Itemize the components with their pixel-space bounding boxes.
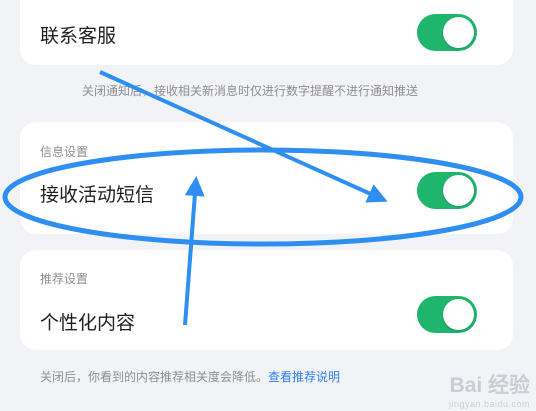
contact-support-card: 联系客服: [20, 0, 513, 65]
recommend-info-link[interactable]: 查看推荐说明: [268, 370, 340, 384]
recommend-settings-title: 推荐设置: [40, 272, 89, 286]
info-settings-title: 信息设置: [40, 145, 89, 159]
contact-support-toggle[interactable]: [417, 14, 477, 51]
baidu-jingyan-watermark: Bai 经验 jingyan.baidu.com: [449, 369, 530, 409]
recommend-settings-card: 推荐设置 个性化内容: [20, 250, 513, 350]
personalized-content-label: 个性化内容: [40, 312, 136, 334]
sms-label: 接收活动短信: [40, 184, 155, 206]
notification-note: 关闭通知后，接收相关新消息时仅进行数字提醒不进行通知推送: [82, 84, 419, 98]
toggle-knob: [443, 299, 474, 330]
toggle-knob: [443, 17, 474, 48]
watermark-main: Bai 经验: [449, 374, 530, 397]
info-settings-card: 信息设置 接收活动短信: [20, 122, 513, 234]
recommend-note: 关闭后，你看到的内容推荐相关度会降低。查看推荐说明: [40, 368, 340, 385]
contact-support-label: 联系客服: [40, 25, 117, 47]
toggle-knob: [443, 175, 474, 206]
watermark-sub: jingyan.baidu.com: [448, 399, 530, 409]
recommend-note-text: 关闭后，你看到的内容推荐相关度会降低。: [40, 370, 269, 384]
sms-toggle[interactable]: [417, 172, 477, 209]
personalized-content-toggle[interactable]: [417, 296, 477, 333]
